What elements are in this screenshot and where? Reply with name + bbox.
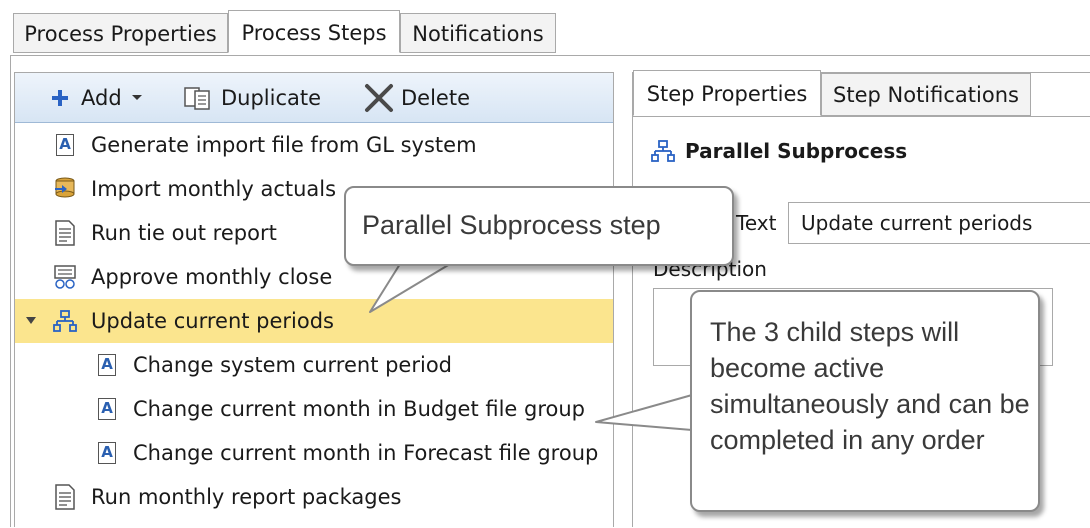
- expand-triangle-icon[interactable]: [25, 316, 37, 326]
- step-label: Import monthly actuals: [91, 177, 337, 201]
- text-step-icon: A: [53, 132, 77, 158]
- callout-parallel-subprocess: Parallel Subprocess step: [344, 186, 734, 266]
- list-item[interactable]: A Change current month in Forecast file …: [15, 431, 613, 475]
- report-icon: [53, 220, 77, 246]
- callout-child-steps: The 3 child steps will become active sim…: [690, 290, 1040, 512]
- step-label: Change current month in Budget file grou…: [133, 397, 586, 421]
- import-data-icon: [53, 176, 77, 202]
- parallel-subprocess-icon: [53, 308, 77, 334]
- report-icon: [53, 484, 77, 510]
- add-label: Add: [81, 86, 122, 110]
- duplicate-button[interactable]: Duplicate: [183, 73, 321, 123]
- step-label: Run monthly report packages: [91, 485, 402, 509]
- tab-process-steps[interactable]: Process Steps: [228, 10, 400, 53]
- step-label: Update current periods: [91, 309, 334, 333]
- delete-button[interactable]: Delete: [363, 73, 470, 123]
- text-field[interactable]: Update current periods: [788, 202, 1090, 244]
- approval-icon: [53, 264, 77, 290]
- list-item-selected[interactable]: Update current periods: [15, 299, 613, 343]
- step-label: Run tie out report: [91, 221, 277, 245]
- text-step-icon: A: [95, 396, 119, 422]
- parallel-subprocess-icon: [651, 140, 675, 162]
- tab-step-properties[interactable]: Step Properties: [633, 70, 821, 116]
- text-step-icon: A: [95, 440, 119, 466]
- step-label: Generate import file from GL system: [91, 133, 477, 157]
- add-button[interactable]: Add: [51, 73, 144, 123]
- plus-icon: [52, 90, 68, 106]
- tab-notifications[interactable]: Notifications: [400, 13, 556, 53]
- step-type-title: Parallel Subprocess: [651, 139, 907, 163]
- duplicate-icon: [184, 87, 210, 110]
- step-label: Change current month in Forecast file gr…: [133, 441, 599, 465]
- steps-toolbar: Add Duplicate Delete: [15, 73, 613, 123]
- list-item[interactable]: A Generate import file from GL system: [15, 123, 613, 167]
- delete-x-icon: [365, 84, 393, 112]
- tab-process-properties[interactable]: Process Properties: [13, 13, 228, 53]
- step-label: Change system current period: [133, 353, 452, 377]
- step-label: Approve monthly close: [91, 265, 333, 289]
- duplicate-label: Duplicate: [221, 86, 322, 110]
- list-item[interactable]: Run monthly report packages: [15, 475, 613, 519]
- text-field-label: Text: [736, 211, 777, 235]
- tab-step-notifications[interactable]: Step Notifications: [821, 73, 1031, 116]
- list-item[interactable]: A Change system current period: [15, 343, 613, 387]
- steps-pane: Add Duplicate Delete A Generate import f…: [14, 72, 614, 527]
- delete-label: Delete: [401, 86, 470, 110]
- chevron-down-icon[interactable]: [130, 93, 144, 103]
- text-step-icon: A: [95, 352, 119, 378]
- list-item[interactable]: A Change current month in Budget file gr…: [15, 387, 613, 431]
- step-type-label: Parallel Subprocess: [685, 139, 908, 163]
